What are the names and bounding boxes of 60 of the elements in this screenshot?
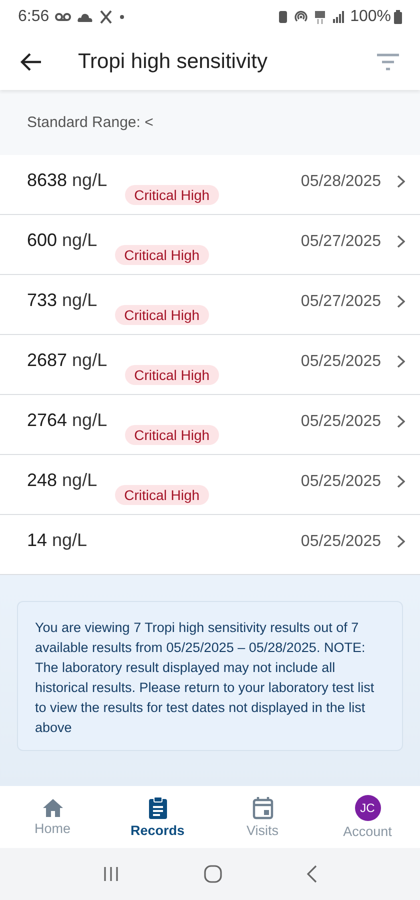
result-date: 05/28/2025 — [300, 172, 381, 190]
result-value: 248 ng/L — [27, 470, 98, 491]
battery-saver-icon — [278, 10, 288, 24]
battery-percentage: 100% — [350, 8, 391, 26]
result-row[interactable]: 248 ng/L Critical High 05/25/2025 — [0, 455, 420, 515]
critical-high-badge: Critical High — [115, 304, 209, 324]
result-row[interactable]: 8638 ng/L Critical High 05/28/2025 — [0, 155, 420, 215]
critical-high-badge: Critical High — [125, 424, 219, 444]
critical-high-badge: Critical High — [115, 484, 209, 504]
x-icon — [99, 10, 114, 24]
nav-label: Visits — [246, 823, 278, 838]
nav-label: Home — [34, 821, 70, 836]
result-date: 05/27/2025 — [300, 232, 381, 250]
signal-icon — [332, 11, 344, 23]
result-date: 05/25/2025 — [300, 472, 381, 490]
chevron-right-icon — [397, 475, 405, 488]
result-row[interactable]: 2764 ng/L Critical High 05/25/2025 — [0, 395, 420, 455]
chevron-right-icon — [397, 235, 405, 248]
back-arrow-icon[interactable] — [20, 53, 42, 71]
clock-time: 6:56 — [18, 8, 50, 26]
nav-tab[interactable]: Records — [105, 796, 210, 838]
nav-label: Records — [130, 823, 185, 838]
avatar: JC — [354, 795, 380, 821]
result-value: 2687 ng/L — [27, 350, 108, 371]
result-date: 05/25/2025 — [300, 412, 381, 430]
nav-label: Account — [343, 824, 392, 839]
result-row[interactable]: 2687 ng/L Critical High 05/25/2025 — [0, 335, 420, 395]
critical-high-badge: Critical High — [115, 244, 209, 264]
result-value: 14 ng/L — [27, 530, 88, 551]
chevron-right-icon — [397, 415, 405, 428]
nav-tab[interactable]: JC Account — [315, 795, 420, 839]
home-button-icon[interactable] — [202, 865, 223, 883]
clipboard-icon — [148, 796, 168, 820]
hotspot-icon — [294, 10, 308, 24]
result-row[interactable]: 600 ng/L Critical High 05/27/2025 — [0, 215, 420, 275]
result-row[interactable]: 733 ng/L Critical High 05/27/2025 — [0, 275, 420, 335]
result-value: 2764 ng/L — [27, 410, 108, 431]
critical-high-badge: Critical High — [125, 364, 219, 384]
chevron-right-icon — [397, 175, 405, 188]
chevron-right-icon — [397, 535, 405, 548]
back-icon[interactable] — [306, 865, 318, 883]
result-date: 05/27/2025 — [300, 292, 381, 310]
critical-high-badge: Critical High — [125, 184, 219, 204]
cloud-icon — [77, 12, 94, 22]
result-value: 8638 ng/L — [27, 170, 108, 191]
result-date: 05/25/2025 — [300, 352, 381, 370]
results-note: You are viewing 7 Tropi high sensitivity results out of 7 available results from 05/25/2025 – 05/28/2025. NOTE: The laboratory result displayed may not include all historical results. Please return to your laboratory test list to view the results for test dates not displayed in the list above — [35, 619, 376, 737]
result-date: 05/25/2025 — [300, 532, 381, 550]
chevron-right-icon — [397, 295, 405, 308]
result-value: 600 ng/L — [27, 230, 98, 251]
dot-icon — [119, 14, 126, 20]
home-icon — [42, 798, 64, 818]
battery-icon — [394, 10, 402, 24]
recent-apps-icon[interactable] — [102, 866, 120, 882]
chevron-right-icon — [397, 355, 405, 368]
calendar-icon — [252, 796, 274, 820]
standard-range-label: Standard Range: < — [27, 114, 154, 131]
voicemail-icon — [55, 12, 72, 22]
screen-title: Tropi high sensitivity — [78, 50, 268, 74]
result-value: 733 ng/L — [27, 290, 98, 311]
